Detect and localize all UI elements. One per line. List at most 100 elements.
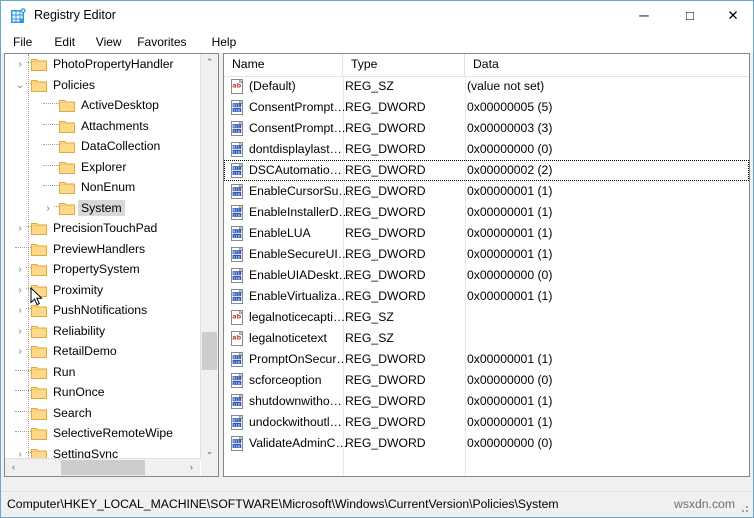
menu-bar: File Edit View Favorites Help — [1, 31, 753, 53]
tree-item-precisiontouchpad[interactable]: › PrecisionTouchPad — [5, 218, 200, 239]
tree-item-activedesktop[interactable]: ActiveDesktop — [5, 95, 200, 116]
table-row[interactable]: 011 110 scforceoption REG_DWORD 0x00000000 (… — [224, 370, 749, 391]
table-row[interactable]: 011 110 EnableSecureUI… REG_DWORD 0x00000001… — [224, 244, 749, 265]
menu-item-favorites[interactable]: Favorites — [130, 34, 193, 51]
tree-item-proximity[interactable]: › Proximity — [5, 280, 200, 301]
dword-value-icon: 011 110 — [230, 204, 245, 220]
minimize-button[interactable]: ─ — [621, 1, 667, 30]
table-row[interactable]: 011 110 EnableInstallerD… REG_DWORD 0x000000… — [224, 202, 749, 223]
tree-vertical-scrollbar[interactable]: ⌃ ⌄ — [200, 54, 218, 460]
table-row[interactable]: 011 110 EnableCursorSu… REG_DWORD 0x00000001… — [224, 181, 749, 202]
registry-tree[interactable]: › PhotoPropertyHandler ⌄ Policies ActiveDesk… — [5, 54, 200, 460]
value-name-cell: DSCAutomatio… — [249, 163, 342, 177]
value-name-cell: legalnoticetext — [249, 331, 327, 345]
tree-item-run[interactable]: Run — [5, 362, 200, 383]
tree-horizontal-scroll-thumb[interactable] — [60, 460, 145, 475]
table-row[interactable]: 011 110 DSCAutomatio… REG_DWORD 0x00000002 (… — [224, 160, 749, 181]
tree-item-policies[interactable]: ⌄ Policies — [5, 75, 200, 96]
table-row[interactable]: 011 110 EnableLUA REG_DWORD 0x00000001 (1) — [224, 223, 749, 244]
tree-item-retaildemo[interactable]: › RetailDemo — [5, 341, 200, 362]
chevron-right-icon[interactable]: › — [41, 202, 55, 216]
tree-horizontal-scrollbar[interactable]: ‹ › — [5, 458, 200, 476]
tree-connector — [15, 390, 25, 391]
table-row[interactable]: 011 110 shutdownwitho… REG_DWORD 0x00000001 … — [224, 391, 749, 412]
svg-text:110: 110 — [233, 275, 241, 280]
tree-scroll-up-button[interactable]: ⌃ — [201, 54, 218, 71]
chevron-right-icon[interactable]: › — [13, 263, 27, 277]
tree-item-system[interactable]: › System — [5, 198, 200, 219]
value-data-cell: 0x00000000 (0) — [467, 373, 553, 387]
tree-item-selectiveremotewipe[interactable]: SelectiveRemoteWipe — [5, 423, 200, 444]
tree-connector — [15, 431, 25, 432]
value-name-cell: ConsentPrompt… — [249, 100, 346, 114]
title-bar: Registry Editor ─ □ ✕ — [1, 1, 753, 32]
table-row[interactable]: 011 110 undockwithoutl… REG_DWORD 0x00000001… — [224, 412, 749, 433]
tree-item-attachments[interactable]: Attachments — [5, 116, 200, 137]
table-row[interactable]: ab legalnoticecapti… REG_SZ — [224, 307, 749, 328]
menu-item-view[interactable]: View — [89, 34, 129, 51]
svg-text:110: 110 — [233, 254, 241, 259]
table-row[interactable]: 011 110 ConsentPrompt… REG_DWORD 0x00000005 … — [224, 97, 749, 118]
table-row[interactable]: 011 110 ConsentPrompt… REG_DWORD 0x00000003 … — [224, 118, 749, 139]
chevron-right-icon[interactable]: › — [13, 58, 27, 72]
tree-item-nonenum[interactable]: NonEnum — [5, 177, 200, 198]
tree-item-explorer[interactable]: Explorer — [5, 157, 200, 178]
tree-item-datacollection[interactable]: DataCollection — [5, 136, 200, 157]
table-row[interactable]: 011 110 EnableVirtualiza… REG_DWORD 0x000000… — [224, 286, 749, 307]
folder-icon — [31, 406, 47, 420]
value-type-cell: REG_DWORD — [345, 373, 426, 387]
tree-scroll-down-button[interactable]: ⌄ — [201, 443, 218, 460]
value-data-cell: 0x00000001 (1) — [467, 394, 553, 408]
tree-item-search[interactable]: Search — [5, 403, 200, 424]
chevron-right-icon[interactable]: › — [13, 222, 27, 236]
svg-text:110: 110 — [233, 212, 241, 217]
list-column-headers: Name Type Data — [224, 54, 749, 77]
folder-icon — [59, 160, 75, 174]
tree-item-runonce[interactable]: RunOnce — [5, 382, 200, 403]
table-row[interactable]: 011 110 dontdisplaylast… REG_DWORD 0x0000000… — [224, 139, 749, 160]
chevron-right-icon[interactable]: › — [13, 304, 27, 318]
tree-item-previewhandlers[interactable]: PreviewHandlers — [5, 239, 200, 260]
registry-editor-window: Registry Editor ─ □ ✕ File Edit View Favori… — [0, 0, 754, 518]
dword-value-icon: 011 110 — [230, 183, 245, 199]
close-button[interactable]: ✕ — [713, 1, 753, 30]
folder-icon — [31, 242, 47, 256]
svg-text:110: 110 — [233, 128, 241, 133]
maximize-button[interactable]: □ — [667, 1, 713, 30]
tree-item-pushnotifications[interactable]: › PushNotifications — [5, 300, 200, 321]
menu-item-file[interactable]: File — [6, 34, 39, 51]
value-name-cell: PromptOnSecur… — [249, 352, 349, 366]
table-row[interactable]: 011 110 PromptOnSecur… REG_DWORD 0x00000001 … — [224, 349, 749, 370]
column-header-name[interactable]: Name — [224, 54, 343, 76]
svg-text:110: 110 — [233, 170, 241, 175]
chevron-right-icon[interactable]: › — [13, 345, 27, 359]
tree-item-photopropertyhandler[interactable]: › PhotoPropertyHandler — [5, 54, 200, 75]
tree-vertical-scroll-thumb[interactable] — [202, 331, 217, 370]
menu-item-edit[interactable]: Edit — [47, 34, 82, 51]
resize-grip-icon[interactable] — [738, 502, 750, 514]
chevron-down-icon[interactable]: ⌄ — [13, 79, 27, 93]
registry-values-list[interactable]: ab (Default) REG_SZ (value not set) 011 110 Co… — [224, 76, 749, 454]
tree-item-reliability[interactable]: › Reliability — [5, 321, 200, 342]
table-row[interactable]: ab (Default) REG_SZ (value not set) — [224, 76, 749, 97]
value-type-cell: REG_DWORD — [345, 436, 426, 450]
folder-icon — [59, 201, 75, 215]
column-header-type[interactable]: Type — [343, 54, 465, 76]
chevron-right-icon[interactable]: › — [13, 284, 27, 298]
table-row[interactable]: ab legalnoticetext REG_SZ — [224, 328, 749, 349]
tree-item-propertysystem[interactable]: › PropertySystem — [5, 259, 200, 280]
column-header-data[interactable]: Data — [465, 54, 749, 76]
tree-item-label: RetailDemo — [53, 344, 117, 358]
chevron-right-icon[interactable]: › — [13, 325, 27, 339]
watermark-text: wsxdn.com — [674, 497, 735, 511]
value-type-cell: REG_SZ — [345, 331, 394, 345]
menu-item-help[interactable]: Help — [205, 34, 244, 51]
tree-item-label: PushNotifications — [53, 303, 148, 317]
tree-scrollbar-corner — [201, 459, 218, 476]
table-row[interactable]: 011 110 ValidateAdminC… REG_DWORD 0x00000000… — [224, 433, 749, 454]
tree-scroll-right-button[interactable]: › — [183, 459, 200, 476]
tree-scroll-left-button[interactable]: ‹ — [5, 459, 22, 476]
table-row[interactable]: 011 110 EnableUIADeskt… REG_DWORD 0x00000000… — [224, 265, 749, 286]
value-type-cell: REG_DWORD — [345, 205, 426, 219]
svg-text:110: 110 — [233, 422, 241, 427]
